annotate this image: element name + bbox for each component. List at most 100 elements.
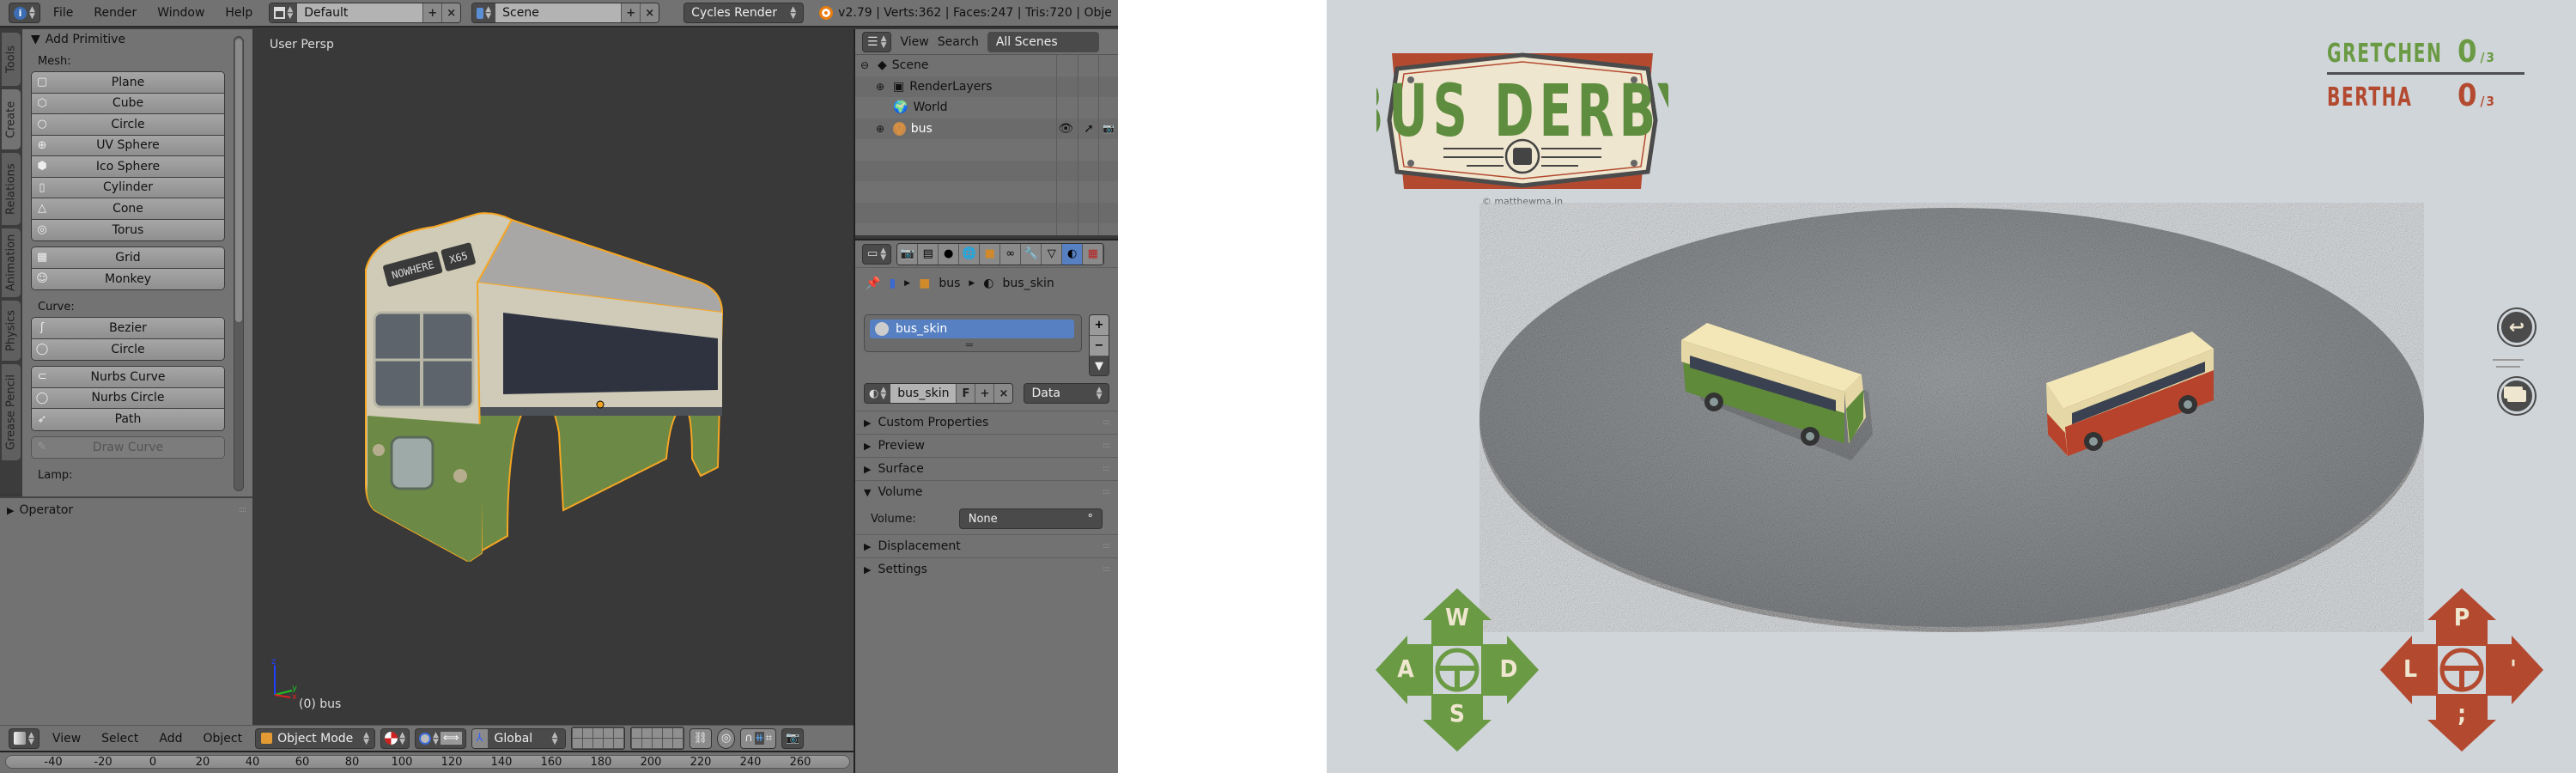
outliner-menu-search[interactable]: Search [938, 35, 979, 49]
editor-type-3dview[interactable]: ▲ ▼ [9, 727, 39, 749]
3d-viewport[interactable]: User Persp NOWHERE X65 z y x (0) bus [254, 29, 854, 725]
add-plane-button[interactable]: ▢ Plane [32, 72, 224, 94]
menu-window[interactable]: Window [149, 6, 212, 20]
controls_p1-up-key[interactable]: W [1423, 588, 1492, 646]
remove-slot-button[interactable]: − [1090, 336, 1109, 356]
display-mode-select[interactable]: All Scenes [987, 31, 1099, 52]
slot-specials-button[interactable]: ▼ [1090, 356, 1109, 375]
add-scene-button[interactable]: + [621, 3, 641, 22]
controls_p2-right-key[interactable]: ' [2486, 636, 2543, 704]
add-primitive-header[interactable]: ▼ Add Primitive :::: [22, 29, 252, 50]
controls_p1-left-key[interactable]: A [1376, 636, 1433, 704]
menu-add[interactable]: Add [151, 732, 190, 746]
section-settings[interactable]: ▶ Settings:::: [855, 557, 1118, 581]
editor-type-outliner[interactable]: ☰ ▲ ▼ [862, 31, 892, 52]
delete-screen-button[interactable]: × [441, 3, 461, 22]
tab-physics[interactable]: Physics [2, 301, 21, 361]
render-layers-tab-icon[interactable]: ▤ [918, 243, 939, 265]
section-preview[interactable]: ▶ Preview:::: [855, 434, 1118, 457]
drag-grip-icon[interactable]: :::: [1103, 441, 1110, 450]
editor-type-info[interactable]: i ▲ ▼ [9, 3, 40, 23]
tab-animation[interactable]: Animation [2, 228, 21, 297]
outliner-menu-view[interactable]: View [900, 35, 928, 49]
snap-target-icon[interactable]: ⌗ [766, 732, 772, 745]
add-nurbs-curve-button[interactable]: ⊂ Nurbs Curve [32, 367, 224, 388]
controls_p2-down-key[interactable]: ; [2427, 694, 2496, 752]
viewport-shading-select[interactable]: ▲ ▼ [380, 727, 410, 749]
add-slot-button[interactable]: + [1090, 315, 1109, 336]
manipulate-center-icon[interactable]: ⟺ [440, 732, 462, 745]
render-button[interactable]: 📷 [781, 727, 805, 749]
material-slot-list[interactable]: bus_skin ═ [864, 314, 1082, 352]
expand-icon[interactable]: ⊕ [876, 81, 888, 93]
delete-scene-button[interactable]: × [640, 3, 659, 22]
material-slot[interactable]: bus_skin [870, 320, 1074, 338]
scene-name[interactable]: Scene [495, 3, 622, 22]
modifiers-tab-icon[interactable]: 🔧 [1021, 243, 1042, 265]
world-tab-icon[interactable]: 🌐 [959, 243, 981, 265]
add-monkey-button[interactable]: ☺ Monkey [32, 268, 224, 289]
drag-grip-icon[interactable]: :::: [1103, 465, 1110, 473]
draw-curve-button[interactable]: ✎ Draw Curve [32, 436, 224, 458]
transform-orientation-select[interactable]: ⅄ Global ▲ ▼ [471, 727, 566, 749]
tab-create[interactable]: Create [2, 89, 21, 149]
controls_p1-down-key[interactable]: S [1423, 694, 1492, 752]
snap-element-icon[interactable]: ⧺ [754, 732, 764, 745]
texture-tab-icon[interactable]: ▦ [1083, 243, 1104, 265]
section-displacement[interactable]: ▶ Displacement:::: [855, 534, 1118, 557]
tab-grease-pencil[interactable]: Grease Pencil [2, 364, 21, 460]
mode-select[interactable]: Object Mode ▲ ▼ [255, 727, 376, 749]
add-cylinder-button[interactable]: ▯ Cylinder [32, 177, 224, 198]
add-screen-button[interactable]: + [422, 3, 442, 22]
render-tab-icon[interactable]: 📷 [897, 243, 919, 265]
scene-selector[interactable]: ▲ ▼ Scene + × [471, 3, 660, 23]
drag-grip-icon[interactable]: :::: [1103, 488, 1110, 496]
bus-model[interactable]: NOWHERE X65 [340, 201, 769, 562]
section-custom-properties[interactable]: ▶ Custom Properties:::: [855, 411, 1118, 434]
menu-view[interactable]: View [45, 732, 88, 746]
timeline[interactable]: -40 -20 0 20 40 60 80 100 120 140 160 180 200 220 240 2… [0, 751, 854, 773]
new-material-button[interactable]: + [975, 384, 994, 403]
drag-grip-icon[interactable]: :::: [1103, 418, 1110, 427]
pin-icon[interactable]: 📌 [866, 277, 880, 290]
screen-layout-name[interactable]: Default [297, 3, 423, 22]
add-nurbs-circle-button[interactable]: ◯ Nurbs Circle [32, 387, 224, 409]
scene-layers-2[interactable] [629, 727, 684, 750]
drag-grip-icon[interactable]: :::: [239, 506, 246, 514]
add-cube-button[interactable]: ⬡ Cube [32, 93, 224, 114]
drag-grip-icon[interactable]: :::: [1103, 565, 1110, 574]
data-tab-icon[interactable]: ▽ [1042, 243, 1063, 265]
add-grid-button[interactable]: ▦ Grid [32, 247, 224, 269]
volume-node-select[interactable]: None ° [958, 508, 1103, 529]
add-ico-sphere-button[interactable]: ⬢ Ico Sphere [32, 156, 224, 178]
expand-icon[interactable]: ⊕ [876, 123, 888, 135]
fake-user-button[interactable]: F [956, 384, 975, 403]
render-engine-select[interactable]: Cycles Render ▲ ▼ [683, 3, 805, 23]
timeline-ruler[interactable]: -40 -20 0 20 40 60 80 100 120 140 160 180 200 220 240 2… [5, 755, 850, 769]
tab-tools[interactable]: Tools [2, 33, 21, 86]
add-circle-button[interactable]: ○ Circle [32, 114, 224, 136]
toolshelf-scrollbar[interactable] [234, 36, 244, 491]
add-path-button[interactable]: ➶ Path [32, 409, 224, 430]
snap-toggle[interactable]: ∩ ⧺ ⌗ [740, 727, 777, 749]
object-origin[interactable] [596, 400, 605, 409]
constraints-tab-icon[interactable]: ∞ [1000, 243, 1022, 265]
collapse-icon[interactable]: ⊖ [860, 59, 872, 71]
menu-object[interactable]: Object [195, 732, 250, 746]
add-torus-button[interactable]: ◎ Torus [32, 219, 224, 240]
scene-layers-1[interactable] [570, 727, 625, 750]
proportional-edit-button[interactable]: ◎ [717, 727, 736, 749]
object-tab-icon[interactable]: ■ [980, 243, 1001, 265]
camera-switch-button[interactable] [2499, 378, 2535, 414]
pivot-point-select[interactable]: ▲ ▼ ⟺ [415, 727, 466, 749]
drag-grip-icon[interactable]: :::: [1103, 542, 1110, 551]
list-resize-handle[interactable]: ═ [966, 339, 973, 352]
add-cone-button[interactable]: △ Cone [32, 198, 224, 220]
scrollbar-thumb[interactable] [235, 39, 242, 322]
material-link-select[interactable]: Data ▲ ▼ [1024, 383, 1110, 404]
scene-tab-icon[interactable]: ● [939, 243, 960, 265]
menu-help[interactable]: Help [217, 6, 260, 20]
add-uv-sphere-button[interactable]: ⊕ UV Sphere [32, 135, 224, 156]
add-circle-button[interactable]: ◯ Circle [32, 338, 224, 360]
section-volume[interactable]: ▼ Volume:::: [855, 480, 1118, 503]
